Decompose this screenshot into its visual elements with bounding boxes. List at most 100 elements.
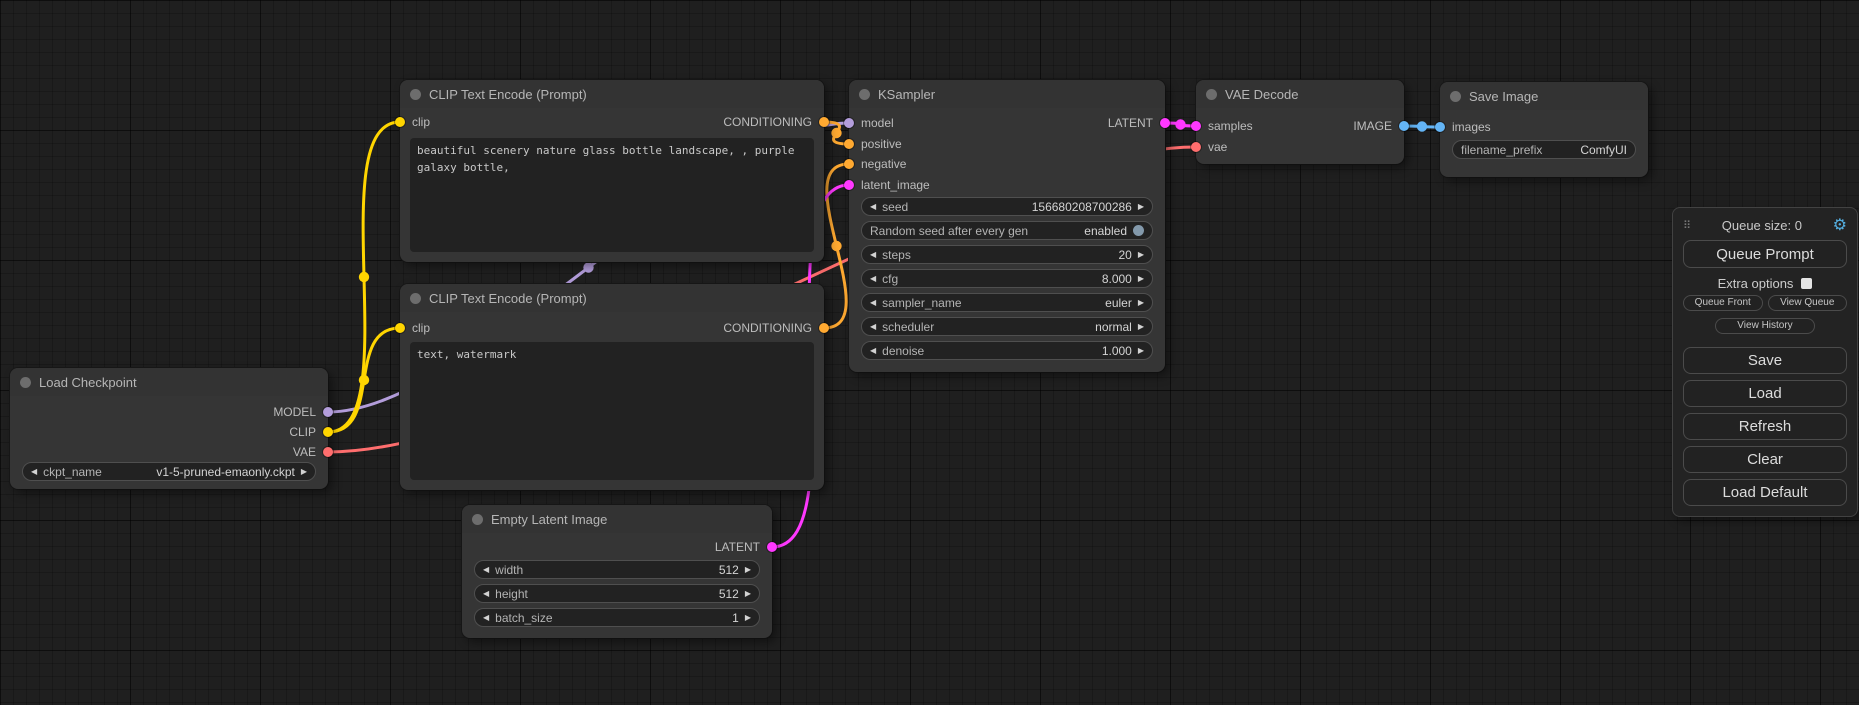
node-vae-decode[interactable]: VAE Decode samples IMAGE vae [1196,80,1404,164]
node-title-bar[interactable]: Save Image [1440,82,1648,110]
wire-clip-to-positive-encoder [328,122,400,432]
collapse-dot-icon[interactable] [410,89,421,100]
node-empty-latent-image[interactable]: Empty Latent Image LATENT ◀ width 512 ▶ … [462,505,772,638]
decrement-arrow-icon[interactable]: ◀ [483,614,489,622]
collapse-dot-icon[interactable] [859,89,870,100]
decrement-arrow-icon[interactable]: ◀ [31,468,37,476]
input-port-clip[interactable] [395,117,405,127]
decrement-arrow-icon[interactable]: ◀ [870,251,876,259]
decrement-arrow-icon[interactable]: ◀ [870,275,876,283]
widget-sampler-name[interactable]: ◀ sampler_name euler ▶ [861,293,1153,312]
widget-width[interactable]: ◀ width 512 ▶ [474,560,760,579]
node-title-bar[interactable]: CLIP Text Encode (Prompt) [400,284,824,312]
positive-prompt-input[interactable]: beautiful scenery nature glass bottle la… [410,138,814,252]
output-port-conditioning[interactable] [819,117,829,127]
output-port-conditioning[interactable] [819,323,829,333]
widget-scheduler[interactable]: ◀ scheduler normal ▶ [861,317,1153,336]
wire-midpoint-dot [583,262,593,272]
widget-height[interactable]: ◀ height 512 ▶ [474,584,760,603]
collapse-dot-icon[interactable] [1206,89,1217,100]
drag-handle-icon[interactable]: ⠿ [1683,219,1691,232]
node-title-bar[interactable]: Load Checkpoint [10,368,328,396]
output-port-vae[interactable] [323,447,333,457]
decrement-arrow-icon[interactable]: ◀ [870,323,876,331]
decrement-arrow-icon[interactable]: ◀ [483,566,489,574]
extra-options-checkbox[interactable] [1801,278,1812,289]
decrement-arrow-icon[interactable]: ◀ [483,590,489,598]
node-clip-text-encode-negative[interactable]: CLIP Text Encode (Prompt) clip CONDITION… [400,284,824,490]
node-load-checkpoint[interactable]: Load Checkpoint MODEL CLIP VAE ◀ ckpt_na… [10,368,328,489]
output-port-latent[interactable] [1160,118,1170,128]
queue-prompt-button[interactable]: Queue Prompt [1683,240,1847,268]
wire-midpoint-dot [359,272,369,282]
node-graph-canvas[interactable]: Load Checkpoint MODEL CLIP VAE ◀ ckpt_na… [0,0,1859,705]
widget-filename-prefix[interactable]: filename_prefix ComfyUI [1452,140,1636,159]
toggle-indicator-icon[interactable] [1133,225,1144,236]
input-label-clip: clip [412,321,430,335]
decrement-arrow-icon[interactable]: ◀ [870,347,876,355]
node-ksampler[interactable]: KSampler model LATENT positive negative … [849,80,1165,372]
increment-arrow-icon[interactable]: ▶ [1138,299,1144,307]
queue-front-button[interactable]: Queue Front [1683,295,1763,311]
view-history-button[interactable]: View History [1715,318,1815,334]
widget-value: 1.000 [1102,344,1132,358]
output-port-image[interactable] [1399,121,1409,131]
input-port-latent-image[interactable] [844,180,854,190]
slot-row: LATENT [462,537,772,557]
node-clip-text-encode-positive[interactable]: CLIP Text Encode (Prompt) clip CONDITION… [400,80,824,262]
output-port-model[interactable] [323,407,333,417]
input-port-clip[interactable] [395,323,405,333]
wire-midpoint-dot [1175,119,1185,129]
widget-seed[interactable]: ◀ seed 156680208700286 ▶ [861,197,1153,216]
node-title-bar[interactable]: KSampler [849,80,1165,108]
input-port-negative[interactable] [844,159,854,169]
load-default-button[interactable]: Load Default [1683,479,1847,506]
negative-prompt-input[interactable]: text, watermark [410,342,814,480]
widget-steps[interactable]: ◀ steps 20 ▶ [861,245,1153,264]
widget-random-seed[interactable]: Random seed after every gen enabled [861,221,1153,240]
collapse-dot-icon[interactable] [472,514,483,525]
decrement-arrow-icon[interactable]: ◀ [870,203,876,211]
increment-arrow-icon[interactable]: ▶ [301,468,307,476]
widget-label: width [495,563,523,577]
widget-ckpt-name[interactable]: ◀ ckpt_name v1-5-pruned-emaonly.ckpt ▶ [22,462,316,481]
input-port-images[interactable] [1435,122,1445,132]
slot-row: model LATENT [849,113,1165,133]
node-title-bar[interactable]: VAE Decode [1196,80,1404,108]
input-port-positive[interactable] [844,139,854,149]
collapse-dot-icon[interactable] [1450,91,1461,102]
extra-options-row: Extra options [1683,276,1847,291]
output-port-clip[interactable] [323,427,333,437]
input-port-model[interactable] [844,118,854,128]
queue-buttons-row: Queue Front View Queue [1683,295,1847,311]
increment-arrow-icon[interactable]: ▶ [1138,251,1144,259]
increment-arrow-icon[interactable]: ▶ [745,566,751,574]
widget-batch-size[interactable]: ◀ batch_size 1 ▶ [474,608,760,627]
view-queue-button[interactable]: View Queue [1768,295,1848,311]
refresh-button[interactable]: Refresh [1683,413,1847,440]
load-button[interactable]: Load [1683,380,1847,407]
node-title-bar[interactable]: Empty Latent Image [462,505,772,533]
increment-arrow-icon[interactable]: ▶ [745,590,751,598]
collapse-dot-icon[interactable] [20,377,31,388]
increment-arrow-icon[interactable]: ▶ [1138,203,1144,211]
settings-gear-icon[interactable]: ⚙ [1833,215,1847,235]
widget-denoise[interactable]: ◀ denoise 1.000 ▶ [861,341,1153,360]
widget-cfg[interactable]: ◀ cfg 8.000 ▶ [861,269,1153,288]
input-port-vae[interactable] [1191,142,1201,152]
node-save-image[interactable]: Save Image images filename_prefix ComfyU… [1440,82,1648,177]
node-title-bar[interactable]: CLIP Text Encode (Prompt) [400,80,824,108]
increment-arrow-icon[interactable]: ▶ [1138,347,1144,355]
widget-value: 20 [1118,248,1131,262]
increment-arrow-icon[interactable]: ▶ [745,614,751,622]
clear-button[interactable]: Clear [1683,446,1847,473]
collapse-dot-icon[interactable] [410,293,421,304]
widget-label: Random seed after every gen [870,224,1028,238]
increment-arrow-icon[interactable]: ▶ [1138,275,1144,283]
decrement-arrow-icon[interactable]: ◀ [870,299,876,307]
input-port-samples[interactable] [1191,121,1201,131]
output-port-latent[interactable] [767,542,777,552]
save-button[interactable]: Save [1683,347,1847,374]
increment-arrow-icon[interactable]: ▶ [1138,323,1144,331]
view-history-row: View History [1683,315,1847,334]
